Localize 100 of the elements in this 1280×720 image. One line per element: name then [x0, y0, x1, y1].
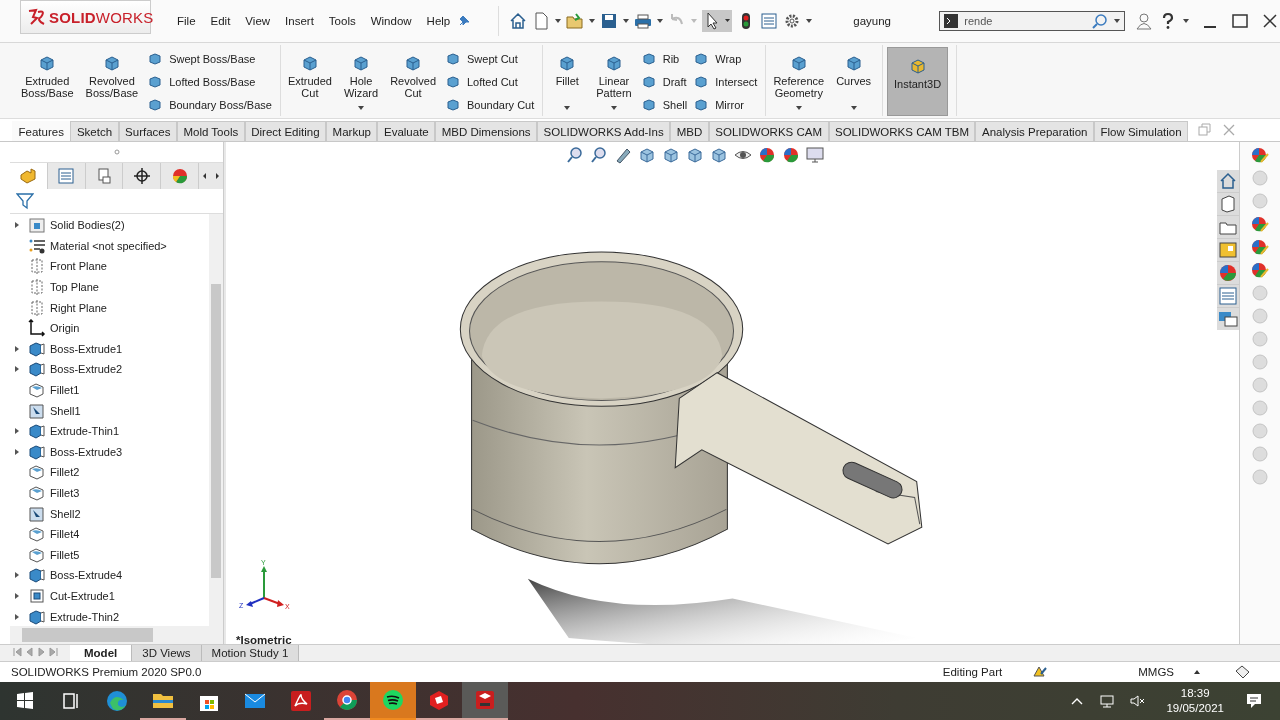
tree-item[interactable]: Boss-Extrude2	[10, 359, 209, 380]
command-tab[interactable]: MBD	[670, 121, 709, 141]
zoom-icon[interactable]	[566, 146, 584, 164]
tree-item[interactable]: Front Plane	[10, 256, 209, 277]
search-icon[interactable]	[1092, 13, 1109, 29]
print-icon[interactable]	[634, 12, 653, 30]
caret-icon[interactable]	[1183, 19, 1190, 23]
ribbon-button[interactable]: Wrap	[693, 50, 758, 67]
command-tab[interactable]: Sketch	[70, 121, 119, 141]
ribbon-button[interactable]: Extruded Cut	[284, 47, 335, 116]
tree-item[interactable]: Fillet1	[10, 379, 209, 401]
appearance-icon[interactable]	[1251, 261, 1269, 279]
unit-system[interactable]: MMGS	[1138, 666, 1174, 678]
ribbon-button[interactable]: Boundary Boss/Base	[147, 96, 272, 113]
network-icon[interactable]	[1099, 693, 1116, 709]
ribbon-button[interactable]: Lofted Cut	[445, 73, 535, 90]
command-tab[interactable]: MBD Dimensions	[435, 121, 538, 141]
cube-icon[interactable]	[662, 146, 680, 164]
command-tab[interactable]: Flow Simulation	[1093, 121, 1189, 141]
spotify-taskbar-button[interactable]	[370, 682, 416, 720]
ribbon-button[interactable]: Draft	[640, 73, 688, 90]
tree-item[interactable]: Boss-Extrude3	[10, 441, 209, 463]
caret-icon[interactable]	[564, 106, 571, 110]
expand-arrow-icon[interactable]	[14, 365, 20, 374]
chat-icon[interactable]	[1217, 308, 1239, 330]
caret-icon[interactable]	[1114, 19, 1121, 23]
ribbon-button[interactable]: Revolved Boss/Base	[82, 47, 142, 116]
caret-icon[interactable]	[795, 106, 802, 110]
tree-item[interactable]: Solid Bodies(2)	[10, 215, 209, 236]
caret-icon[interactable]	[623, 19, 630, 23]
cube-icon[interactable]	[686, 146, 704, 164]
tree-item[interactable]: Origin	[10, 317, 209, 339]
clock-date[interactable]: 19/05/2021	[1166, 701, 1224, 716]
appearance-icon[interactable]	[1251, 238, 1269, 256]
save-icon[interactable]	[600, 12, 619, 30]
menu-item[interactable]: Help	[426, 13, 451, 29]
tree-item[interactable]: Fillet3	[10, 482, 209, 504]
caret-icon[interactable]	[555, 19, 562, 23]
menu-item[interactable]: File	[177, 13, 196, 29]
user-icon[interactable]	[1135, 12, 1154, 30]
appearance-icon[interactable]	[1251, 146, 1269, 164]
ribbon-button[interactable]: Extruded Boss/Base	[18, 47, 77, 116]
command-tab[interactable]: SOLIDWORKS Add-Ins	[537, 121, 671, 141]
cube-icon[interactable]	[638, 146, 656, 164]
splitter-handle[interactable]	[113, 149, 120, 155]
command-tab[interactable]: SOLIDWORKS CAM TBM	[828, 121, 976, 141]
muted-speaker-icon[interactable]	[1129, 693, 1146, 709]
tree-item[interactable]: Shell2	[10, 503, 209, 524]
ribbon-button[interactable]: Intersect	[693, 73, 758, 90]
model-tab[interactable]: Model	[70, 645, 133, 661]
list-icon[interactable]	[1217, 285, 1239, 307]
tree-item[interactable]: Right Plane	[10, 297, 209, 318]
caret-icon[interactable]	[850, 106, 857, 110]
sphere-icon[interactable]	[758, 146, 776, 164]
command-tab[interactable]: Markup	[326, 121, 378, 141]
command-tab[interactable]: Mold Tools	[176, 121, 245, 141]
expand-arrow-icon[interactable]	[14, 612, 20, 621]
ribbon-button[interactable]: Reference Geometry	[770, 47, 828, 116]
ribbon-button[interactable]: Linear Pattern	[593, 47, 635, 116]
pencil-icon[interactable]	[614, 146, 632, 164]
logo[interactable]: SOLIDWORKS	[20, 0, 151, 34]
ribbon-button[interactable]: Swept Cut	[445, 50, 535, 67]
expand-arrow-icon[interactable]	[14, 221, 20, 230]
home-icon[interactable]	[509, 12, 528, 30]
ribbon-button[interactable]: Mirror	[693, 96, 758, 113]
cube-icon[interactable]	[710, 146, 728, 164]
command-tab[interactable]: Analysis Preparation	[975, 121, 1094, 141]
tree-item[interactable]: Boss-Extrude1	[10, 338, 209, 360]
menu-item[interactable]: Edit	[210, 13, 231, 29]
expand-arrow-icon[interactable]	[14, 344, 20, 353]
caret-icon[interactable]	[589, 19, 596, 23]
board-icon[interactable]	[1217, 239, 1239, 261]
tree-item[interactable]: Cut-Extrude1	[10, 585, 209, 607]
model-tab[interactable]: 3D Views	[132, 645, 202, 661]
command-tab[interactable]: SOLIDWORKS CAM	[708, 121, 829, 141]
menu-item[interactable]: Tools	[328, 13, 356, 29]
model-tab[interactable]: Motion Study 1	[201, 645, 300, 661]
menu-item[interactable]: View	[245, 13, 271, 29]
caret-icon[interactable]	[358, 106, 365, 110]
expand-arrow-icon[interactable]	[14, 447, 20, 456]
tree-item[interactable]: Fillet5	[10, 544, 209, 566]
expand-arrow-icon[interactable]	[14, 427, 20, 436]
ribbon-button[interactable]: Instant3D	[887, 47, 949, 116]
clock-time[interactable]: 18:39	[1180, 686, 1210, 701]
command-tab[interactable]: Surfaces	[118, 121, 177, 141]
tree-item[interactable]: Extrude-Thin1	[10, 420, 209, 442]
maximize-icon[interactable]	[1231, 12, 1250, 30]
rebuild-icon[interactable]	[1032, 664, 1049, 680]
monitor-icon[interactable]	[806, 146, 824, 164]
tree-item[interactable]: Boss-Extrude4	[10, 565, 209, 586]
appearance-icon[interactable]	[1251, 215, 1269, 233]
ribbon-button[interactable]: Curves	[833, 47, 874, 116]
search-field[interactable]: rende	[939, 11, 1126, 31]
ribbon-button[interactable]: Hole Wizard	[340, 47, 382, 116]
tree-item[interactable]: Extrude-Thin2	[10, 606, 209, 626]
ribbon-button[interactable]: Fillet	[547, 47, 588, 116]
pointer-icon[interactable]	[702, 10, 733, 32]
ribbon-button[interactable]: Shell	[640, 96, 688, 113]
close-icon[interactable]	[1261, 12, 1280, 30]
caret-icon[interactable]	[1194, 670, 1200, 674]
